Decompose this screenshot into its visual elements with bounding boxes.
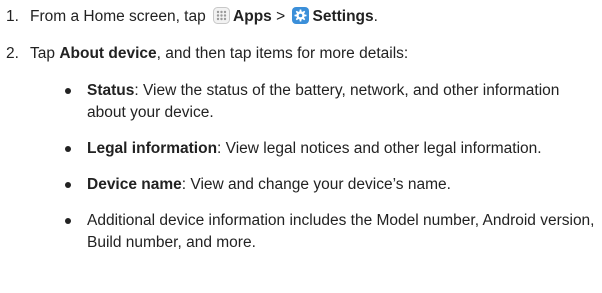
step-1: 1. From a Home screen, tap Apps > Settin… (0, 6, 378, 28)
apps-label: Apps (233, 8, 272, 25)
list-item: Status: View the status of the battery, … (63, 80, 598, 124)
item-text: Additional device information includes t… (87, 212, 595, 251)
bullet-icon (65, 182, 71, 188)
step-2: 2. Tap About device, and then tap items f… (0, 43, 408, 65)
item-text: : View legal notices and other legal inf… (217, 140, 542, 157)
bullet-icon (65, 88, 71, 94)
settings-gear-icon (292, 7, 310, 24)
step-text-after: , and then tap items for more details: (156, 45, 409, 62)
step-number: 2. (6, 45, 19, 62)
item-title: Device name (87, 176, 182, 193)
list-item: Device name: View and change your device… (63, 174, 598, 196)
item-text: : View the status of the battery, networ… (87, 82, 560, 121)
list-item: Legal information: View legal notices an… (63, 138, 598, 160)
instructions-document: 1. From a Home screen, tap Apps > Settin… (0, 0, 602, 293)
step-number: 1. (6, 8, 19, 25)
apps-grid-icon (213, 7, 231, 24)
details-list: Status: View the status of the battery, … (63, 80, 598, 268)
item-title: Legal information (87, 140, 218, 157)
bullet-icon (65, 146, 71, 152)
about-device-label: About device (59, 45, 157, 62)
path-separator: > (276, 8, 286, 25)
item-title: Status (87, 82, 135, 99)
bullet-icon (65, 218, 71, 224)
step-end: . (373, 8, 378, 25)
settings-label: Settings (312, 8, 374, 25)
list-item: Additional device information includes t… (63, 210, 598, 254)
step-text: Tap (30, 45, 55, 62)
step-text: From a Home screen, tap (30, 8, 206, 25)
item-text: : View and change your device’s name. (181, 176, 451, 193)
